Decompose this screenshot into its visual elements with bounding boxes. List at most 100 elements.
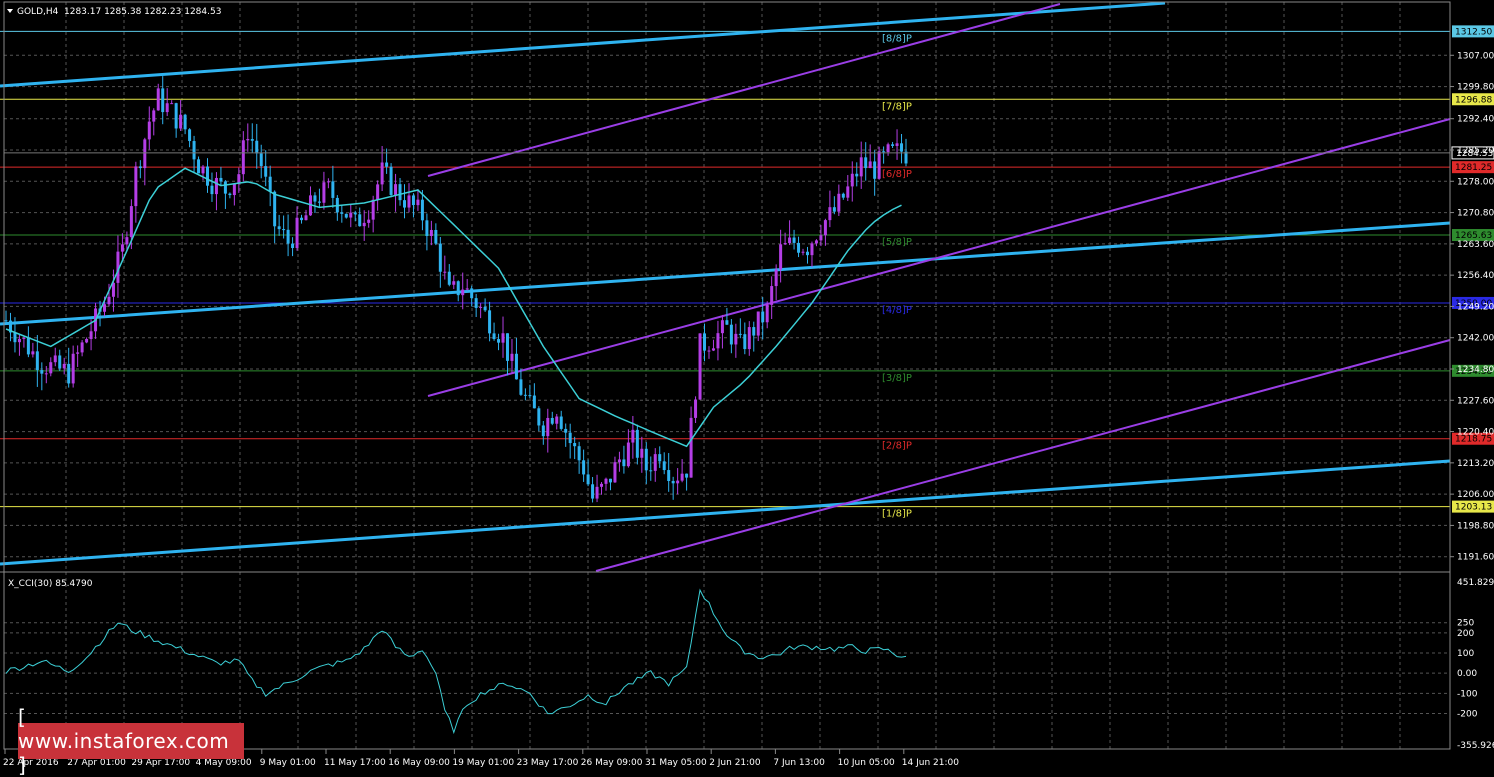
candle-body xyxy=(434,229,438,244)
candle-body xyxy=(573,443,577,447)
candle-body xyxy=(67,363,71,384)
candle-body xyxy=(685,473,689,478)
candle-body xyxy=(658,454,662,462)
candle-body xyxy=(519,379,523,395)
candle-body xyxy=(358,214,362,227)
price-badge-text: 1281.25 xyxy=(1455,163,1492,173)
candle-body xyxy=(514,353,518,380)
candle-body xyxy=(649,470,653,472)
candle-body xyxy=(438,243,442,272)
candle-body xyxy=(591,484,595,499)
price-tick-label: 1234.80 xyxy=(1457,365,1494,375)
candle-body xyxy=(761,311,765,323)
symbol-label: GOLD,H4 xyxy=(17,7,59,17)
candle-body xyxy=(707,350,711,352)
candle-body xyxy=(488,310,492,334)
candle-body xyxy=(134,166,138,207)
candle-body xyxy=(801,251,805,253)
candle-body xyxy=(716,333,720,349)
candle-body xyxy=(877,151,881,179)
murrey-label: [6/8]P xyxy=(882,169,912,180)
candle-body xyxy=(900,143,904,152)
candle-body xyxy=(662,461,666,471)
candle-body xyxy=(729,324,733,345)
candle-body xyxy=(300,217,304,221)
candle-body xyxy=(13,332,17,343)
candle-body xyxy=(317,201,321,203)
candle-body xyxy=(541,425,545,437)
price-tick-label: 1242.00 xyxy=(1457,334,1494,344)
candle-body xyxy=(604,478,608,484)
candle-body xyxy=(774,269,778,287)
candle-body xyxy=(250,139,254,141)
time-tick-label: 11 May 17:00 xyxy=(324,758,386,768)
candle-body xyxy=(470,288,474,299)
candle-body xyxy=(340,212,344,214)
candle-body xyxy=(4,320,8,322)
candle-body xyxy=(555,416,559,424)
murrey-label: [4/8]P xyxy=(882,305,912,316)
price-badge-text: 1296.88 xyxy=(1455,95,1492,105)
candle-body xyxy=(823,220,827,236)
candle-body xyxy=(832,207,836,212)
candle-body xyxy=(689,417,693,478)
cci-tick-label: 200 xyxy=(1457,629,1474,639)
candle-body xyxy=(179,114,183,129)
candle-body xyxy=(765,304,769,323)
price-tick-label: 1292.40 xyxy=(1457,115,1494,125)
candle-body xyxy=(188,129,192,142)
time-tick-label: 2 Jun 21:00 xyxy=(709,758,761,768)
candle-body xyxy=(89,331,93,340)
candle-body xyxy=(886,144,890,153)
candle-body xyxy=(617,459,621,463)
candle-body xyxy=(698,333,702,400)
candle-body xyxy=(711,348,715,351)
candle-body xyxy=(49,362,53,374)
candle-body xyxy=(743,334,747,350)
candle-body xyxy=(143,139,147,169)
price-tick-label: 1270.80 xyxy=(1457,209,1494,219)
candle-body xyxy=(492,333,496,340)
candle-body xyxy=(680,473,684,481)
candle-body xyxy=(416,199,420,206)
candle-body xyxy=(564,428,568,433)
candle-body xyxy=(286,229,290,244)
candle-body xyxy=(828,207,832,221)
candle-body xyxy=(259,153,263,167)
candle-body xyxy=(40,370,44,374)
candle-body xyxy=(62,363,66,369)
candle-body xyxy=(501,333,505,343)
candle-body xyxy=(241,140,245,175)
candle-body xyxy=(22,337,26,339)
time-tick-label: 14 Jun 21:00 xyxy=(902,758,959,768)
candle-body xyxy=(385,162,389,167)
candle-body xyxy=(326,181,330,183)
candle-body xyxy=(331,181,335,198)
candle-body xyxy=(210,185,214,195)
candle-body xyxy=(313,195,317,202)
candle-body xyxy=(568,432,572,444)
murrey-label: [3/8]P xyxy=(882,373,912,384)
chart-background xyxy=(0,0,1494,773)
candle-body xyxy=(859,157,863,177)
candle-body xyxy=(147,121,151,140)
candle-body xyxy=(891,144,895,146)
candle-body xyxy=(228,193,232,196)
time-tick-label: 26 May 09:00 xyxy=(581,758,643,768)
price-tick-label: 1285.20 xyxy=(1457,146,1494,156)
candle-body xyxy=(291,243,295,249)
candle-body xyxy=(640,448,644,458)
candle-body xyxy=(237,174,241,184)
price-tick-label: 1213.20 xyxy=(1457,459,1494,469)
candle-body xyxy=(608,478,612,483)
candle-body xyxy=(53,355,57,363)
time-tick-label: 19 May 01:00 xyxy=(452,758,514,768)
cci-tick-label: 250 xyxy=(1457,619,1474,629)
candle-body xyxy=(31,351,35,355)
candle-body xyxy=(125,237,129,245)
candle-body xyxy=(676,480,680,484)
candle-body xyxy=(873,161,877,179)
candle-body xyxy=(71,353,75,384)
candle-body xyxy=(783,243,787,245)
candle-body xyxy=(411,195,415,206)
